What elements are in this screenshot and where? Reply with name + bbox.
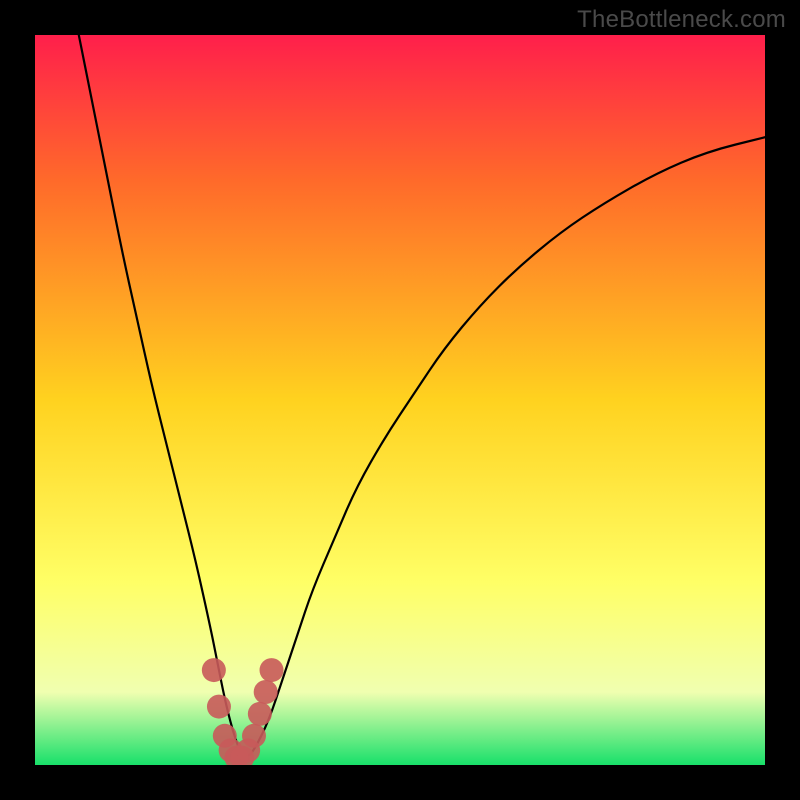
marker-dot — [260, 658, 284, 682]
chart-frame: TheBottleneck.com — [0, 0, 800, 800]
gradient-background — [35, 35, 765, 765]
plot-area — [35, 35, 765, 765]
marker-dot — [254, 680, 278, 704]
marker-dot — [242, 724, 266, 748]
marker-dot — [248, 702, 272, 726]
watermark-text: TheBottleneck.com — [577, 6, 786, 34]
chart-svg — [35, 35, 765, 765]
marker-dot — [207, 695, 231, 719]
marker-dot — [202, 658, 226, 682]
